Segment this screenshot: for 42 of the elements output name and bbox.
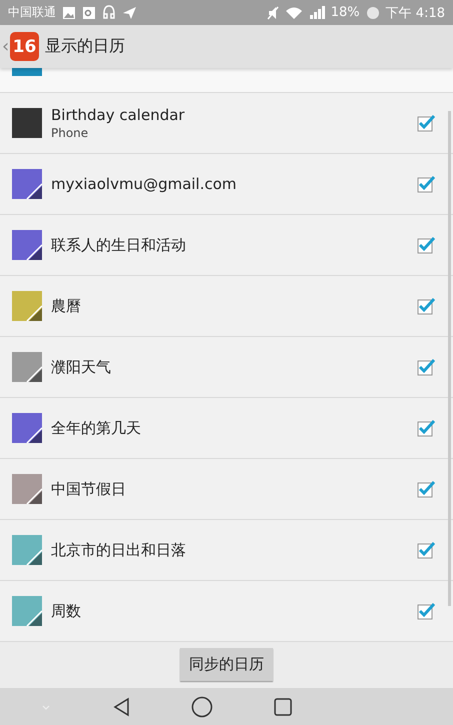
calendar-row[interactable]: 全年的第几天 — [0, 398, 453, 459]
send-icon — [122, 6, 137, 20]
calendar-name: myxiaolvmu@gmail.com — [51, 175, 238, 193]
calendar-name: 濮阳天气 — [51, 358, 112, 376]
calendar-row[interactable]: 農曆 — [0, 276, 453, 337]
checkbox[interactable] — [417, 114, 435, 132]
calendar-name: 全年的第几天 — [51, 418, 142, 438]
battery-percent: 18% — [330, 5, 360, 20]
checkbox[interactable] — [417, 358, 435, 376]
calendar-name: 联系人的生日和活动 — [51, 236, 187, 254]
mute-icon — [266, 6, 279, 20]
calendar-row[interactable]: 北京市的日出和日落 — [0, 520, 453, 581]
calendar-row[interactable]: Birthday calendar Phone — [0, 93, 453, 154]
carrier-name: 中国联通 — [8, 4, 56, 21]
back-icon[interactable] — [112, 696, 132, 716]
calendar-name: Birthday calendar — [51, 106, 186, 124]
recents-icon[interactable] — [273, 696, 294, 716]
home-icon[interactable] — [191, 696, 214, 718]
checkbox[interactable] — [417, 419, 435, 437]
calendar-name: 周数 — [51, 602, 82, 620]
account-name: Phone — [51, 126, 90, 140]
calendar-row[interactable]: 濮阳天气 — [0, 337, 453, 398]
calendar-row[interactable]: myxiaolvmu@gmail.com — [0, 154, 453, 215]
calendar-row[interactable]: 中国节假日 — [0, 459, 453, 520]
headset-icon — [102, 5, 116, 20]
clock: 下午 4:18 — [386, 4, 445, 22]
screen-title: 显示的日历 — [45, 36, 125, 57]
checkbox[interactable] — [417, 480, 435, 498]
checkbox[interactable] — [417, 297, 435, 315]
calendar-row[interactable]: 联系人的生日和活动 — [0, 215, 453, 276]
checkbox[interactable] — [417, 602, 435, 620]
image-icon — [62, 6, 76, 20]
checkbox[interactable] — [417, 541, 435, 559]
checkbox[interactable] — [417, 236, 435, 254]
signal-icon — [308, 6, 325, 20]
sync-button[interactable]: 同步的日历 — [180, 648, 273, 681]
calendar-name: 北京市的日出和日落 — [51, 540, 187, 560]
calendar-name: 農曆 — [51, 296, 82, 316]
calendar-name: 中国节假日 — [51, 480, 127, 498]
wifi-icon — [284, 6, 303, 20]
checkbox[interactable] — [417, 175, 435, 193]
app-icon[interactable]: 16 — [10, 32, 39, 61]
